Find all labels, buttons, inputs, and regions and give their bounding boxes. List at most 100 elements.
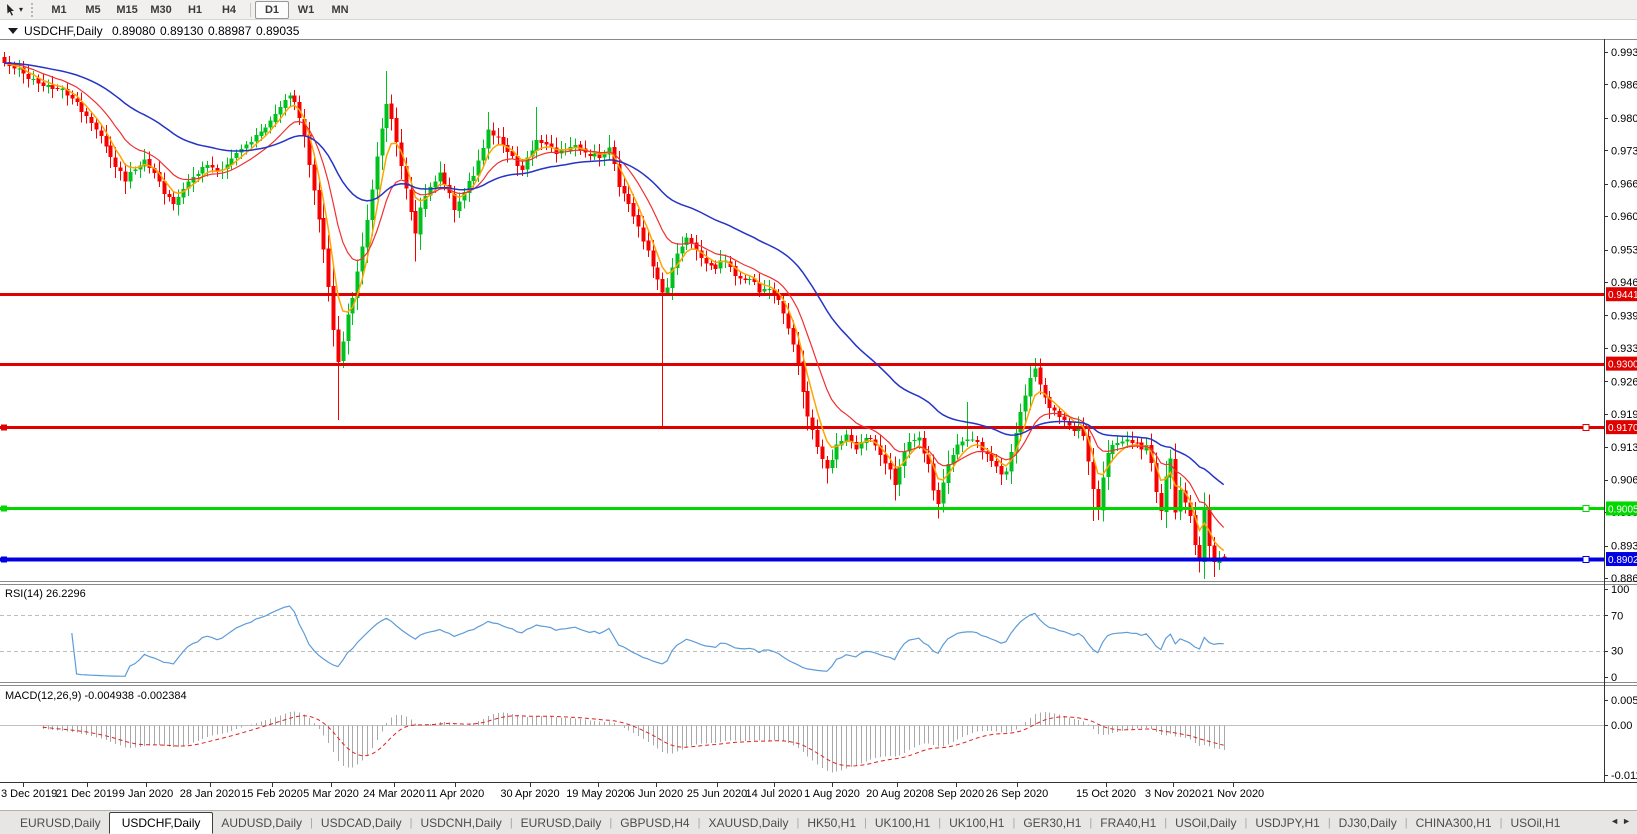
chevron-down-icon[interactable]: ▾ (19, 5, 23, 14)
toolbar-separator (250, 3, 251, 17)
date-axis-label: 26 Sep 2020 (986, 788, 1048, 800)
line-handle-right[interactable] (1583, 425, 1589, 431)
timeframe-button-W1[interactable]: W1 (289, 1, 323, 19)
candle (816, 430, 820, 447)
candle (260, 132, 264, 136)
candle (1034, 369, 1038, 377)
candle (327, 249, 331, 287)
date-axis-label: 5 Mar 2020 (303, 788, 359, 800)
chart-title: USDCHF,Daily0.890800.891300.889870.89035 (24, 24, 300, 38)
level-price-tag-label: 0.91709 (1608, 423, 1637, 434)
candle (114, 157, 118, 167)
chart-canvas[interactable]: USDCHF,Daily0.890800.891300.889870.89035… (0, 20, 1637, 810)
candle (540, 140, 544, 143)
price-axis-label: 0.97340 (1611, 145, 1637, 157)
line-handle-right[interactable] (1583, 557, 1589, 563)
tab-usoil-h1[interactable]: USOil,H1 (1502, 816, 1568, 830)
date-axis-label: 25 Jun 2020 (687, 788, 748, 800)
date-axis-label: 3 Dec 2019 (1, 788, 57, 800)
candle (1102, 478, 1106, 511)
candle (632, 203, 636, 216)
tab-scroll-left-icon[interactable]: ◄ (1610, 816, 1622, 826)
tab-ger30-h1[interactable]: GER30,H1 (1015, 816, 1089, 830)
level-price-tag-label: 0.89026 (1608, 555, 1637, 566)
tab-fra40-h1[interactable]: FRA40,H1 (1092, 816, 1164, 830)
candle (255, 135, 259, 141)
candle (966, 440, 970, 441)
candle (1005, 471, 1009, 474)
candle (342, 342, 346, 361)
tab-gbpusd-h4[interactable]: GBPUSD,H4 (612, 816, 697, 830)
tab-usdcnh-daily[interactable]: USDCNH,Daily (412, 816, 509, 830)
tab-eurusd-daily[interactable]: EURUSD,Daily (12, 816, 109, 830)
tab-uk100-h1[interactable]: UK100,H1 (941, 816, 1012, 830)
timeframe-button-H4[interactable]: H4 (212, 1, 246, 19)
candle (105, 136, 109, 146)
candle (739, 276, 743, 278)
candle (748, 279, 752, 280)
candle (235, 153, 239, 158)
date-axis-label: 8 Sep 2020 (928, 788, 984, 800)
line-handle-left[interactable] (1, 557, 7, 563)
macd-axis-label: 0.00 (1611, 720, 1632, 732)
tab-audusd-daily[interactable]: AUDUSD,Daily (213, 816, 310, 830)
candle (293, 96, 297, 102)
candle (284, 100, 288, 108)
cursor-icon[interactable] (4, 3, 18, 17)
tab-usoil-daily[interactable]: USOil,Daily (1167, 816, 1244, 830)
candle (419, 208, 423, 235)
line-handle-left[interactable] (1, 425, 7, 431)
timeframe-button-M15[interactable]: M15 (110, 1, 144, 19)
tab-dj30-daily[interactable]: DJ30,Daily (1331, 816, 1405, 830)
candle (347, 314, 351, 341)
candle (806, 391, 810, 416)
date-axis-label: 1 Aug 2020 (804, 788, 860, 800)
candle (390, 104, 394, 119)
candle (482, 148, 486, 160)
timeframe-button-H1[interactable]: H1 (178, 1, 212, 19)
tab-uk100-h1[interactable]: UK100,H1 (867, 816, 938, 830)
candle (593, 153, 597, 156)
timeframe-button-M30[interactable]: M30 (144, 1, 178, 19)
candle (913, 440, 917, 441)
line-handle-right[interactable] (1583, 506, 1589, 512)
line-handle-left[interactable] (1, 506, 7, 512)
tab-usdcad-daily[interactable]: USDCAD,Daily (313, 816, 410, 830)
tab-hk50-h1[interactable]: HK50,H1 (799, 816, 864, 830)
candle (443, 173, 447, 185)
candle (172, 197, 176, 204)
tab-usdchf-daily[interactable]: USDCHF,Daily (109, 812, 214, 834)
candle (589, 154, 593, 156)
price-axis-label: 0.93980 (1611, 310, 1637, 322)
macd-signal-line (43, 716, 1224, 766)
candle (3, 57, 7, 63)
candle (211, 165, 215, 168)
price-axis-label: 0.99340 (1611, 47, 1637, 59)
tab-xauusd-daily[interactable]: XAUUSD,Daily (700, 816, 796, 830)
candle (487, 130, 491, 149)
candle (1039, 367, 1043, 384)
tab-usdjpy-h1[interactable]: USDJPY,H1 (1247, 816, 1327, 830)
date-axis-label: 21 Dec 2019 (56, 788, 118, 800)
candle (502, 137, 506, 145)
candle (322, 218, 326, 249)
candle (42, 83, 46, 86)
candle (264, 128, 268, 133)
timeframe-button-M5[interactable]: M5 (76, 1, 110, 19)
candle (129, 172, 133, 182)
timeframe-button-MN[interactable]: MN (323, 1, 357, 19)
price-pane (0, 52, 1604, 579)
tab-china300-h1[interactable]: CHINA300,H1 (1408, 816, 1500, 830)
symbol-dropdown-icon[interactable] (8, 28, 18, 34)
timeframe-button-D1[interactable]: D1 (255, 1, 289, 19)
timeframe-button-M1[interactable]: M1 (42, 1, 76, 19)
candle (1208, 509, 1212, 546)
tab-eurusd-daily[interactable]: EURUSD,Daily (513, 816, 610, 830)
candle (995, 461, 999, 467)
tab-scroll-right-icon[interactable]: ► (1622, 816, 1634, 826)
candle (410, 189, 414, 212)
candle (197, 174, 201, 176)
price-axis-label: 0.89300 (1611, 541, 1637, 553)
toolbar-grip[interactable] (31, 3, 38, 17)
candle (434, 181, 438, 187)
